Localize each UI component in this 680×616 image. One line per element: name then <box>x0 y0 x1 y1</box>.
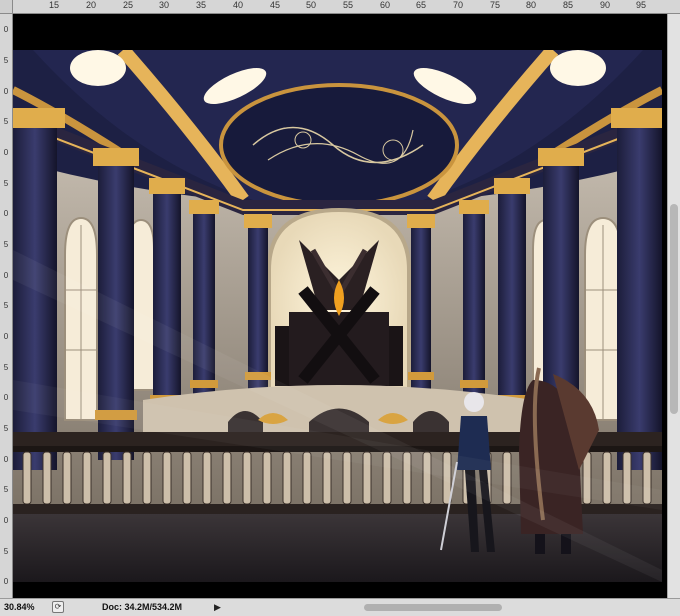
vertical-ruler[interactable]: 0 5 0 5 0 5 0 5 0 5 0 5 0 5 0 5 0 5 0 <box>0 14 13 598</box>
ruler-label: 5 <box>3 485 9 494</box>
ruler-label: 0 <box>3 393 9 402</box>
ruler-label: 50 <box>306 0 317 10</box>
ruler-label: 45 <box>270 0 281 10</box>
ruler-label: 60 <box>380 0 391 10</box>
document-size[interactable]: Doc: 34.2M/534.2M <box>102 602 182 613</box>
ruler-label: 15 <box>49 0 60 10</box>
ruler-label: 5 <box>3 117 9 126</box>
ruler-label: 0 <box>3 148 9 157</box>
ruler-label: 0 <box>3 209 9 218</box>
document-canvas[interactable] <box>13 14 667 598</box>
horizontal-scrollbar[interactable] <box>228 602 667 613</box>
ruler-label: 40 <box>233 0 244 10</box>
ruler-label: 0 <box>3 455 9 464</box>
ruler-label: 80 <box>526 0 537 10</box>
ruler-label: 85 <box>563 0 574 10</box>
status-bar: 30.84% ⟳ Doc: 34.2M/534.2M ▶ <box>0 598 680 616</box>
ruler-label: 65 <box>416 0 427 10</box>
horizontal-ruler[interactable]: 10 15 20 25 30 35 40 45 50 55 60 65 70 7… <box>0 0 680 14</box>
vertical-scrollbar[interactable] <box>667 14 680 598</box>
ruler-label: 5 <box>3 56 9 65</box>
ruler-label: 0 <box>3 271 9 280</box>
ruler-label: 30 <box>159 0 170 10</box>
play-icon[interactable]: ▶ <box>214 602 224 613</box>
ruler-label: 0 <box>3 332 9 341</box>
ruler-label: 5 <box>3 240 9 249</box>
zoom-level[interactable]: 30.84% <box>4 602 40 613</box>
ruler-label: 25 <box>123 0 134 10</box>
ruler-label: 5 <box>3 424 9 433</box>
ruler-label: 70 <box>453 0 464 10</box>
ruler-label: 0 <box>3 516 9 525</box>
ruler-corner[interactable] <box>0 0 13 14</box>
ruler-label: 0 <box>3 577 9 586</box>
ruler-label: 0 <box>3 25 9 34</box>
ruler-label: 5 <box>3 301 9 310</box>
ruler-label: 55 <box>343 0 354 10</box>
ruler-label: 0 <box>3 87 9 96</box>
ruler-label: 20 <box>86 0 97 10</box>
vertical-scroll-thumb[interactable] <box>670 204 678 414</box>
ruler-label: 5 <box>3 179 9 188</box>
ruler-label: 75 <box>490 0 501 10</box>
ruler-label: 5 <box>3 547 9 556</box>
ruler-label: 90 <box>600 0 611 10</box>
ruler-label: 95 <box>636 0 647 10</box>
arrow-cycle-icon[interactable]: ⟳ <box>52 601 64 613</box>
ruler-label: 5 <box>3 363 9 372</box>
ruler-label: 35 <box>196 0 207 10</box>
horizontal-scroll-thumb[interactable] <box>364 604 502 611</box>
artwork-cathedral-hall[interactable] <box>13 50 662 582</box>
artwork-illustration <box>13 50 662 582</box>
